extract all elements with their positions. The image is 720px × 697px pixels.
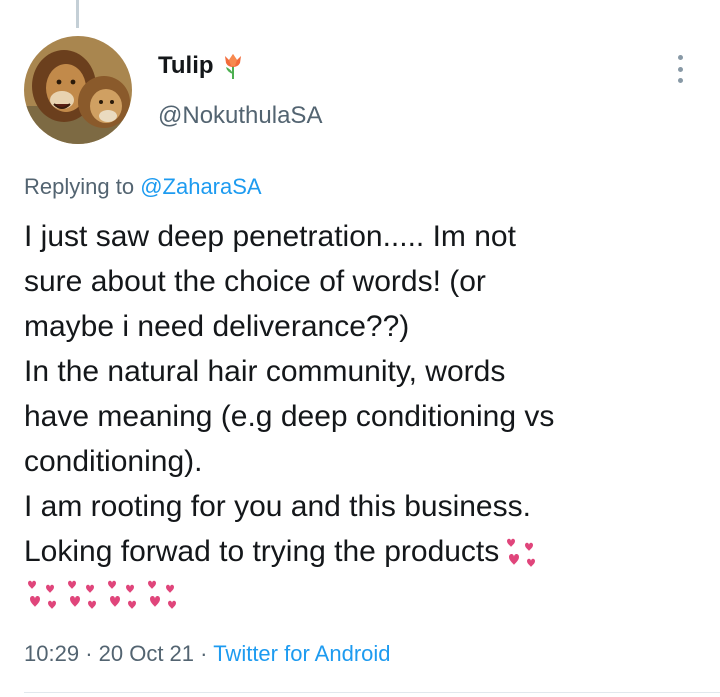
revolving-hearts-icon [64,577,100,613]
tweet-line-last: Loking forwad to trying the products [24,529,704,574]
avatar[interactable] [24,36,132,144]
tweet-line: I just saw deep penetration..... Im not [24,220,516,253]
reply-target-link[interactable]: @ZaharaSA [140,174,261,199]
divider [24,692,720,693]
revolving-hearts-icon [24,577,60,613]
more-options-icon[interactable] [666,52,694,86]
tweet-line: sure about the choice of words! (or [24,265,486,298]
meta-separator: · [85,641,93,666]
replying-to-label: Replying to [24,174,135,199]
tweet-source-link[interactable]: Twitter for Android [213,641,390,666]
tweet-line: In the natural hair community, words [24,355,506,388]
revolving-hearts-icon [503,535,539,571]
replying-to: Replying to @ZaharaSA [24,172,262,202]
thread-connector-line [76,0,79,28]
tweet-line: have meaning (e.g deep conditioning vs [24,400,555,433]
revolving-hearts-icon [144,577,180,613]
tweet-time[interactable]: 10:29 [24,641,79,666]
tweet-line: conditioning). [24,445,203,478]
tweet-line: I am rooting for you and this business. [24,490,531,523]
tweet-date[interactable]: 20 Oct 21 [99,641,194,666]
tweet-meta: 10:29 · 20 Oct 21 · Twitter for Android [24,638,391,670]
author-handle[interactable]: @NokuthulaSA [158,100,322,132]
tweet-text: I just saw deep penetration..... Im not … [24,214,704,614]
revolving-hearts-icon [104,577,140,613]
display-name[interactable]: Tulip [158,50,214,82]
meta-separator: · [200,641,208,666]
tweet-line: maybe i need deliverance??) [24,310,410,343]
lions-avatar-image [24,36,132,144]
author-name-row[interactable]: Tulip [158,50,244,82]
tweet-line: Loking forwad to trying the products [24,535,500,568]
emoji-row [24,574,704,614]
tulip-icon [222,52,244,80]
